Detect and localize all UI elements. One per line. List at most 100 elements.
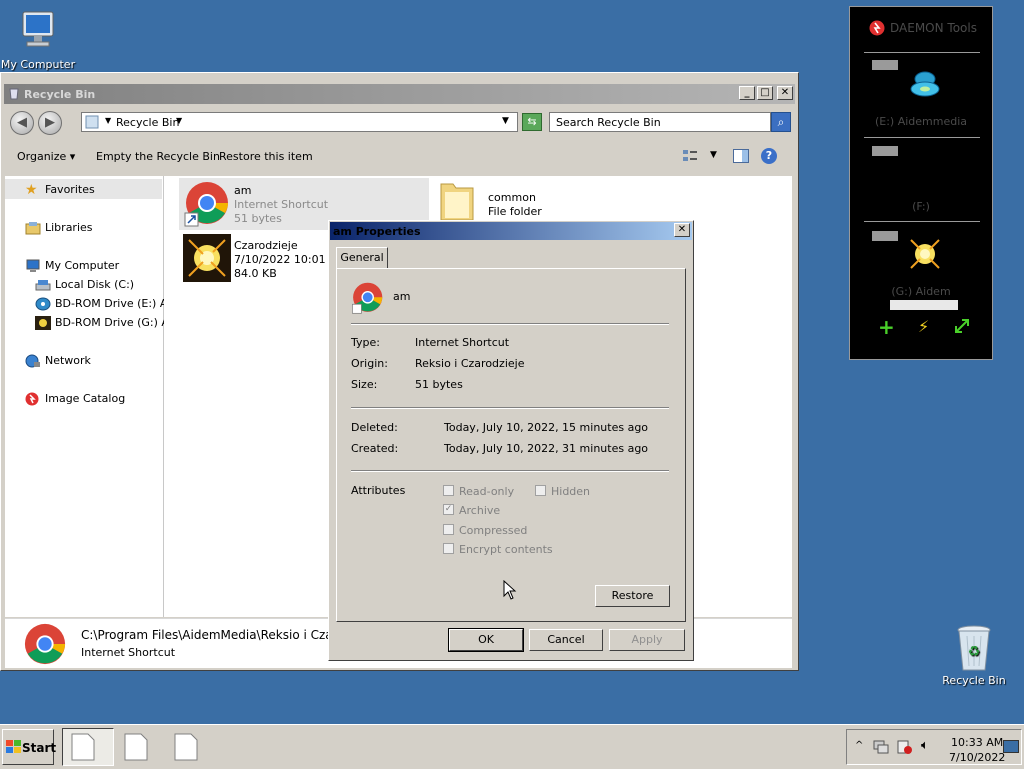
item-size: 51 bytes xyxy=(234,212,282,225)
nav-item-libraries[interactable]: Libraries xyxy=(25,221,93,235)
folder-icon[interactable] xyxy=(439,180,475,222)
dialog-close-button[interactable]: ✕ xyxy=(674,223,690,237)
archive-checkbox[interactable]: ✓ xyxy=(443,504,454,515)
readonly-checkbox[interactable] xyxy=(443,485,454,496)
search-icon[interactable]: ⌕ xyxy=(771,112,791,132)
drive-g-progress xyxy=(890,300,958,310)
item-size: 84.0 KB xyxy=(234,267,277,280)
item-type: File folder xyxy=(488,205,542,218)
type-label: Type: xyxy=(351,336,380,349)
document-icon xyxy=(174,733,198,764)
recycle-bin-small-icon xyxy=(7,86,21,100)
encrypt-checkbox[interactable] xyxy=(443,543,454,554)
created-label: Created: xyxy=(351,442,399,455)
address-bar[interactable]: ▼ Recycle Bin ▼ ▼ xyxy=(81,112,518,132)
explorer-titlebar[interactable]: Recycle Bin _ □ ✕ xyxy=(4,84,795,104)
taskbar-button-active[interactable] xyxy=(62,728,114,766)
dialog-title: am Properties xyxy=(333,225,421,238)
size-value: 51 bytes xyxy=(415,378,463,391)
drive-g-disc-icon[interactable] xyxy=(908,237,942,271)
back-button[interactable]: ◀ xyxy=(10,111,34,135)
view-dropdown-icon[interactable]: ▼ xyxy=(710,150,717,160)
hidden-checkbox[interactable] xyxy=(535,485,546,496)
clock-date[interactable]: 7/10/2022 xyxy=(949,751,1005,764)
nav-item-image-catalog[interactable]: Image Catalog xyxy=(25,392,125,406)
apply-button[interactable]: Apply xyxy=(609,629,685,651)
drive-f-label: (F:) xyxy=(912,200,930,213)
drive-e-indicator xyxy=(872,60,898,70)
separator xyxy=(351,470,669,472)
help-icon[interactable]: ? xyxy=(761,148,777,164)
volume-icon[interactable]: 🔈︎ xyxy=(921,738,929,753)
close-button[interactable]: ✕ xyxy=(777,86,793,100)
clock-time[interactable]: 10:33 AM xyxy=(951,736,1003,749)
taskbar-button[interactable] xyxy=(122,731,152,763)
ok-button[interactable]: OK xyxy=(448,628,524,652)
maximize-button[interactable]: □ xyxy=(757,86,773,100)
nav-item-favorites[interactable]: ★ Favorites xyxy=(25,183,95,197)
show-hidden-icons-icon[interactable]: ^ xyxy=(855,740,863,751)
computer-icon xyxy=(15,8,61,54)
czarodzieje-thumbnail-icon[interactable] xyxy=(183,234,231,282)
taskbar-button[interactable] xyxy=(172,731,202,763)
breadcrumb[interactable]: Recycle Bin xyxy=(116,116,179,129)
chrome-shortcut-icon xyxy=(351,282,383,314)
refresh-icon[interactable]: ⇆ xyxy=(522,113,542,131)
network-tray-icon[interactable] xyxy=(873,740,889,754)
svg-text:♻: ♻ xyxy=(968,644,981,660)
nav-item-bd-rom-g[interactable]: BD-ROM Drive (G:) Aid xyxy=(35,316,179,330)
breadcrumb-dropdown-icon[interactable]: ▼ xyxy=(176,116,182,125)
chrome-icon xyxy=(183,181,229,227)
view-options-icon[interactable] xyxy=(682,149,698,163)
unmount-all-icon[interactable] xyxy=(954,318,970,334)
cancel-button[interactable]: Cancel xyxy=(529,629,603,651)
quick-mount-icon[interactable]: ⚡ xyxy=(918,317,929,337)
deleted-value: Today, July 10, 2022, 15 minutes ago xyxy=(444,421,649,434)
drive-e-disc-icon[interactable] xyxy=(908,67,942,101)
restore-item-button[interactable]: Restore this item xyxy=(219,150,313,163)
document-icon xyxy=(71,733,95,761)
item-name[interactable]: Czarodzieje xyxy=(234,239,298,252)
start-button[interactable]: Start xyxy=(2,729,57,765)
gadget-title: DAEMON Tools xyxy=(890,21,977,35)
origin-label: Origin: xyxy=(351,357,388,370)
file-name: am xyxy=(393,290,411,303)
magic-disc-icon xyxy=(35,316,51,330)
desktop-icon-recycle-bin[interactable]: ♻ Recycle Bin xyxy=(936,624,1012,687)
nav-item-network[interactable]: Network xyxy=(25,354,91,368)
size-label: Size: xyxy=(351,378,378,391)
start-label: Start xyxy=(22,741,57,755)
nav-item-my-computer[interactable]: My Computer xyxy=(25,259,119,273)
taskbar: Start ^ 🔈︎ 10:33 AM 7/10/2022 xyxy=(0,724,1024,769)
empty-recycle-bin-button[interactable]: Empty the Recycle Bin xyxy=(96,150,220,163)
address-dropdown-icon[interactable]: ▼ xyxy=(502,116,509,126)
type-value: Internet Shortcut xyxy=(415,336,510,349)
deleted-label: Deleted: xyxy=(351,421,398,434)
drive-e-label: (E:) Aidemmedia xyxy=(874,115,968,128)
add-drive-icon[interactable]: + xyxy=(878,317,895,337)
separator xyxy=(351,407,669,409)
encrypt-label: Encrypt contents xyxy=(459,543,553,556)
nav-item-local-disk[interactable]: Local Disk (C:) xyxy=(35,278,134,292)
tab-general[interactable]: General xyxy=(336,247,388,269)
mouse-cursor-icon xyxy=(503,579,517,600)
preview-pane-icon[interactable] xyxy=(733,149,749,163)
breadcrumb-chevron-icon[interactable]: ▼ xyxy=(105,116,111,125)
disc-drive-icon xyxy=(35,297,51,311)
item-name[interactable]: common xyxy=(488,191,536,204)
compressed-checkbox[interactable] xyxy=(443,524,454,535)
windows-logo-icon xyxy=(6,740,22,754)
organize-button[interactable]: Organize ▾ xyxy=(17,150,75,163)
minimize-button[interactable]: _ xyxy=(739,86,755,100)
search-input[interactable]: Search Recycle Bin xyxy=(549,112,771,132)
action-center-icon[interactable] xyxy=(897,740,913,754)
forward-button[interactable]: ▶ xyxy=(38,111,62,135)
drive-g-label: (G:) Aidem xyxy=(891,285,951,298)
show-desktop-icon[interactable] xyxy=(1003,740,1019,754)
hidden-label: Hidden xyxy=(551,485,591,498)
desktop-icon-my-computer[interactable]: My Computer xyxy=(0,8,76,71)
restore-button[interactable]: Restore xyxy=(595,585,670,607)
recycle-bin-small-icon xyxy=(85,115,99,129)
dialog-titlebar[interactable]: am Properties ✕ xyxy=(330,222,692,240)
nav-item-bd-rom-e[interactable]: BD-ROM Drive (E:) Aid xyxy=(35,297,177,311)
